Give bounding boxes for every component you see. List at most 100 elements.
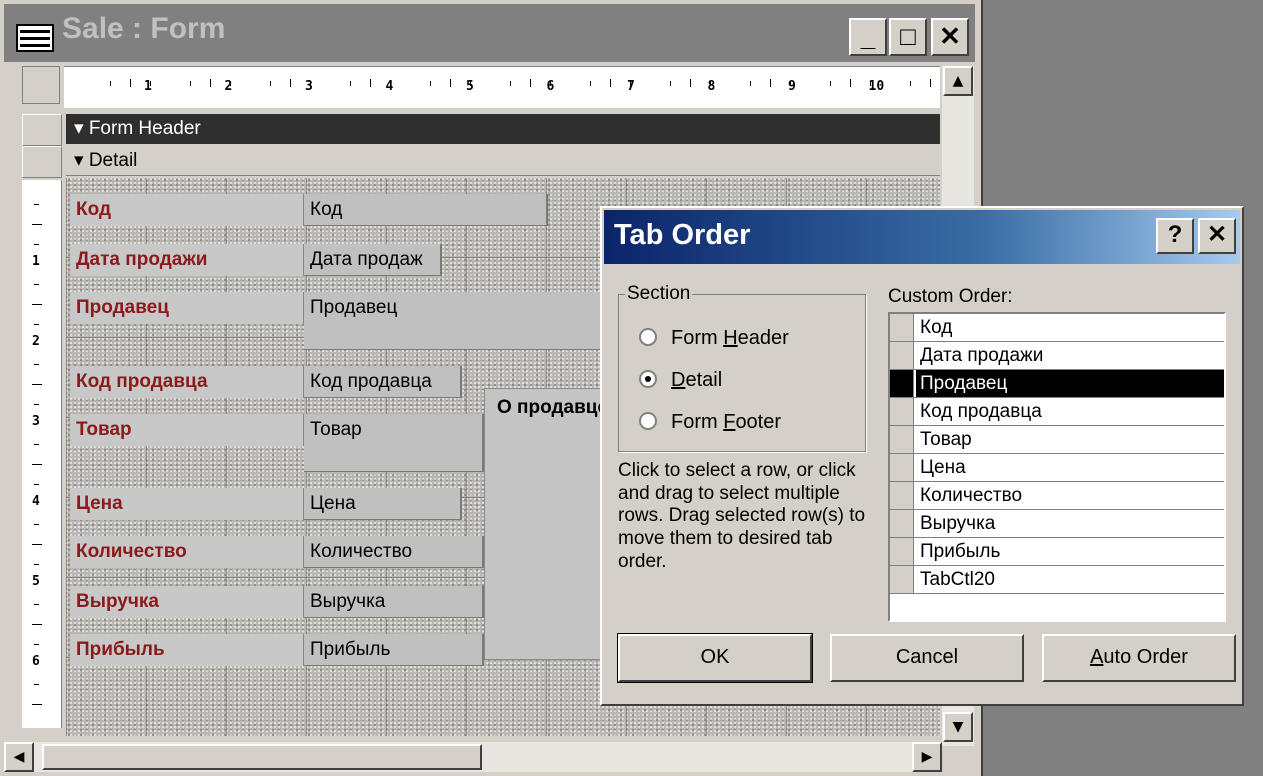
field-control-date[interactable]: Дата продаж: [304, 244, 442, 276]
radio-form-header[interactable]: Form Header: [639, 327, 789, 357]
detail-selector[interactable]: [22, 146, 62, 178]
dialog-close-button[interactable]: ✕: [1198, 218, 1236, 254]
ruler-number: 2: [224, 79, 233, 94]
field-control-profit[interactable]: Прибыль: [304, 634, 484, 666]
maximize-button[interactable]: □: [889, 18, 927, 56]
custom-order-item[interactable]: Продавец: [890, 370, 1224, 398]
detail-section-bar[interactable]: ▾ Detail: [66, 146, 940, 176]
ruler-tick: [450, 79, 451, 87]
field-control-seller[interactable]: Продавец: [304, 292, 604, 350]
horizontal-scroll-thumb[interactable]: [42, 744, 482, 770]
field-control-product[interactable]: Товар: [304, 414, 484, 472]
field-label-seller-code[interactable]: Код продавца: [70, 366, 304, 398]
custom-order-item[interactable]: Дата продажи: [890, 342, 1224, 370]
row-selector[interactable]: [890, 454, 914, 481]
field-label-date[interactable]: Дата продажи: [70, 244, 304, 276]
ruler-tick: [770, 79, 771, 87]
seller-tab-control[interactable]: О продавце: [484, 388, 604, 660]
form-title: Sale : Form: [62, 12, 226, 45]
row-selector[interactable]: [890, 342, 914, 369]
custom-order-item-label: Прибыль: [920, 541, 1001, 562]
form-header-selector[interactable]: [22, 114, 62, 146]
radio-form-header-label-rest: eader: [737, 327, 789, 349]
ruler-tick: [870, 81, 871, 86]
ruler-tick: [32, 624, 42, 625]
custom-order-item-label: Код продавца: [920, 401, 1042, 422]
ruler-tick: [150, 81, 151, 86]
field-label-price[interactable]: Цена: [70, 488, 304, 520]
custom-order-item[interactable]: Товар: [890, 426, 1224, 454]
field-label-profit[interactable]: Прибыль: [70, 634, 304, 666]
close-button[interactable]: ✕: [931, 18, 969, 56]
cancel-button[interactable]: Cancel: [830, 634, 1024, 682]
scroll-down-icon[interactable]: ▼: [943, 712, 973, 742]
row-selector[interactable]: [890, 538, 914, 565]
auto-order-label: uto Order: [1103, 646, 1188, 668]
auto-order-accesskey: A: [1090, 646, 1104, 668]
radio-detail[interactable]: Detail: [639, 369, 722, 399]
auto-order-button[interactable]: Auto Order: [1042, 634, 1236, 682]
ruler-number: 5: [32, 574, 40, 589]
field-control-price[interactable]: Цена: [304, 488, 462, 520]
seller-tab-label[interactable]: О продавце: [497, 397, 603, 419]
field-control-quantity[interactable]: Количество: [304, 536, 484, 568]
ruler-tick: [590, 81, 591, 86]
custom-order-item[interactable]: Прибыль: [890, 538, 1224, 566]
ruler-tick: [750, 81, 751, 86]
dialog-title: Tab Order: [614, 219, 751, 251]
ruler-tick: [370, 79, 371, 87]
custom-order-item-label: Количество: [920, 485, 1023, 506]
ruler-number: 3: [305, 79, 313, 94]
field-label-seller[interactable]: Продавец: [70, 292, 304, 324]
dialog-title-bar[interactable]: Tab Order ? ✕: [604, 210, 1240, 264]
ruler-tick: [670, 81, 671, 86]
custom-order-item[interactable]: Код: [890, 314, 1224, 342]
custom-order-item[interactable]: Количество: [890, 482, 1224, 510]
custom-order-item[interactable]: Цена: [890, 454, 1224, 482]
field-control-revenue[interactable]: Выручка: [304, 586, 484, 618]
custom-order-item[interactable]: Выручка: [890, 510, 1224, 538]
custom-order-item-label: Продавец: [920, 373, 1008, 394]
ruler-number: 4: [32, 494, 40, 509]
form-header-section-bar[interactable]: ▾ Form Header: [66, 114, 940, 144]
field-label-product[interactable]: Товар: [70, 414, 304, 446]
field-label-kod[interactable]: Код: [70, 194, 304, 226]
ruler-tick: [130, 79, 131, 87]
ruler-tick: [34, 484, 39, 485]
row-selector[interactable]: [890, 426, 914, 453]
horizontal-scrollbar[interactable]: ◀ ▶: [4, 742, 942, 772]
custom-order-item[interactable]: Код продавца: [890, 398, 1224, 426]
row-selector[interactable]: [890, 370, 914, 397]
minimize-button[interactable]: _: [849, 18, 887, 56]
row-selector[interactable]: [890, 398, 914, 425]
scroll-up-icon[interactable]: ▲: [943, 66, 973, 96]
field-label-revenue[interactable]: Выручка: [70, 586, 304, 618]
ruler-number: 6: [32, 654, 40, 669]
ruler-tick: [34, 684, 39, 685]
ruler-tick: [32, 304, 42, 305]
row-selector[interactable]: [890, 314, 914, 341]
radio-form-footer-accesskey: F: [723, 411, 736, 433]
custom-order-item[interactable]: TabCtl20: [890, 566, 1224, 594]
ruler-tick: [790, 81, 791, 86]
radio-form-footer[interactable]: Form Footer: [639, 411, 781, 441]
custom-order-item-label: Код: [920, 317, 953, 338]
row-selector[interactable]: [890, 510, 914, 537]
field-label-quantity[interactable]: Количество: [70, 536, 304, 568]
ruler-tick: [34, 364, 39, 365]
ok-button[interactable]: OK: [618, 634, 812, 682]
ruler-tick: [34, 524, 39, 525]
custom-order-list[interactable]: Код Дата продажи Продавец Код продавца Товар…: [888, 312, 1226, 622]
radio-form-header-accesskey: H: [723, 327, 738, 349]
row-selector[interactable]: [890, 566, 914, 593]
field-control-seller-code[interactable]: Код продавца: [304, 366, 462, 398]
form-title-bar[interactable]: Sale : Form _ □ ✕: [4, 4, 975, 62]
ruler-tick: [34, 564, 39, 565]
ruler-tick: [210, 79, 211, 87]
field-control-kod[interactable]: Код: [304, 194, 548, 226]
form-selector[interactable]: [22, 66, 60, 104]
scroll-right-icon[interactable]: ▶: [912, 742, 942, 772]
row-selector[interactable]: [890, 482, 914, 509]
help-button[interactable]: ?: [1156, 218, 1194, 254]
scroll-left-icon[interactable]: ◀: [4, 742, 34, 772]
